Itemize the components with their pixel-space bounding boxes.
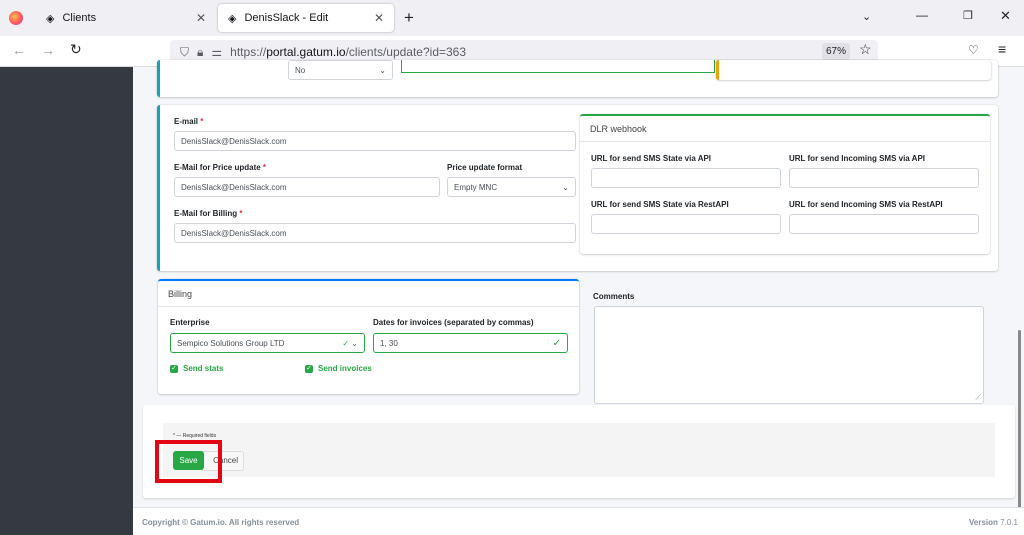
price-format-select[interactable]: Empty MNC ⌄ (447, 177, 576, 197)
required-mark: * (262, 163, 267, 172)
valid-check-chevron-icon: ✓ ⌄ (342, 338, 358, 348)
menu-icon[interactable]: ≡ (998, 41, 1006, 57)
dlr-url3-input[interactable] (591, 214, 781, 234)
reload-icon[interactable]: ↻ (70, 41, 82, 58)
tab-edit[interactable]: ◈ DenisSlack - Edit ✕ (218, 4, 394, 32)
send-invoices-label: Send invoices (318, 364, 372, 373)
checkbox-checked-icon: ✓ (305, 364, 313, 373)
url-text: https://portal.gatum.io/clients/update?i… (230, 45, 466, 59)
dates-input[interactable]: 1, 30 ✓ (373, 333, 568, 353)
lock-icon: 🔒︎ (197, 44, 204, 59)
gatum-favicon: ◈ (228, 12, 237, 25)
send-stats-label: Send stats (183, 364, 224, 373)
copyright: Copyright © Gatum.io. All rights reserve… (142, 518, 300, 527)
close-tab-icon[interactable]: ✕ (374, 11, 384, 25)
dlr-title: DLR webhook (580, 116, 990, 142)
version: Version 7.0.1 (969, 518, 1018, 527)
version-label: Version (969, 518, 998, 527)
zoom-level[interactable]: 67% (822, 43, 850, 60)
billing-email-label-text: E-Mail for Billing (174, 209, 238, 218)
list-tabs-icon[interactable]: ⌄ (862, 10, 871, 23)
send-stats-checkbox[interactable]: ✓ Send stats (170, 364, 223, 373)
sidebar (0, 67, 133, 535)
highlight-box (155, 440, 222, 483)
bookmark-star-icon[interactable]: ☆ (859, 41, 872, 58)
required-mark: * (200, 117, 204, 126)
actions-panel (163, 423, 995, 477)
email-label-text: E-mail (174, 117, 199, 126)
email-label: E-mail * (174, 117, 203, 126)
scrollbar[interactable] (1018, 330, 1021, 510)
checkbox-checked-icon: ✓ (170, 364, 178, 373)
dates-value: 1, 30 (380, 338, 398, 348)
shield-icon: ⛉ (180, 44, 190, 59)
pocket-icon[interactable]: ♡ (968, 43, 979, 57)
minimize-icon[interactable]: — (916, 8, 928, 22)
email-input[interactable]: DenisSlack@DenisSlack.com (174, 131, 576, 151)
dates-label: Dates for invoices (separated by commas) (373, 318, 534, 327)
enterprise-value: Sempico Solutions Group LTD (177, 338, 285, 348)
dlr-url4-label: URL for send Incoming SMS via RestAPI (789, 200, 943, 209)
enterprise-select[interactable]: Sempico Solutions Group LTD ✓ ⌄ (170, 333, 365, 353)
permissions-icon: ⚌ (211, 45, 223, 59)
tab-label: DenisSlack - Edit (244, 12, 329, 24)
new-tab-button[interactable]: + (404, 8, 414, 28)
chevron-down-icon: ⌄ (562, 182, 569, 192)
dlr-url1-label: URL for send SMS State via API (591, 154, 712, 163)
valid-check-icon: ✓ (552, 337, 561, 349)
chevron-down-icon: ⌄ (379, 65, 386, 75)
forward-icon[interactable]: → (41, 42, 55, 58)
dlr-url2-label: URL for send Incoming SMS via API (789, 154, 926, 163)
dlr-url2-input[interactable] (789, 168, 979, 188)
top-select-value: No (295, 65, 306, 75)
billing-email-input[interactable]: DenisSlack@DenisSlack.com (174, 223, 576, 243)
billing-email-label: E-Mail for Billing * (174, 209, 242, 218)
gatum-favicon: ◈ (46, 12, 55, 25)
resize-handle-icon[interactable]: ⟋ (975, 393, 981, 403)
price-email-label-text: E-Mail for Price update (174, 163, 261, 172)
tab-bar: ◈ Clients ✕ ◈ DenisSlack - Edit ✕ + ⌄ — ❐ ✕ (0, 0, 1024, 36)
tab-label: Clients (62, 12, 97, 24)
required-note: * — Required fields (173, 433, 217, 439)
dlr-url3-label: URL for send SMS State via RestAPI (591, 200, 729, 209)
close-tab-icon[interactable]: ✕ (196, 11, 206, 25)
version-number: 7.0.1 (1000, 518, 1018, 527)
url-path: /clients/update?id=363 (345, 45, 467, 59)
comments-label: Comments (593, 292, 635, 301)
top-warning-card (716, 60, 991, 80)
firefox-menu-icon[interactable] (9, 11, 23, 25)
top-select[interactable]: No ⌄ (288, 60, 393, 80)
back-icon[interactable]: ← (12, 42, 26, 58)
price-format-label: Price update format (447, 163, 523, 172)
billing-title: Billing (158, 281, 579, 307)
send-invoices-checkbox[interactable]: ✓ Send invoices (305, 364, 372, 373)
url-scheme: https:// (230, 45, 267, 59)
top-textarea[interactable] (401, 60, 715, 73)
price-email-input[interactable]: DenisSlack@DenisSlack.com (174, 177, 440, 197)
tab-clients[interactable]: ◈ Clients ✕ (36, 4, 216, 32)
required-mark: * (239, 209, 243, 218)
dlr-url1-input[interactable] (591, 168, 781, 188)
restore-icon[interactable]: ❐ (963, 9, 973, 22)
enterprise-label: Enterprise (170, 318, 210, 327)
price-email-label: E-Mail for Price update * (174, 163, 266, 172)
price-format-value: Empty MNC (454, 182, 498, 192)
close-window-icon[interactable]: ✕ (1000, 8, 1011, 24)
dlr-url4-input[interactable] (789, 214, 979, 234)
url-host: portal.gatum.io (266, 45, 346, 59)
comments-textarea[interactable]: ⟋ (594, 306, 984, 404)
